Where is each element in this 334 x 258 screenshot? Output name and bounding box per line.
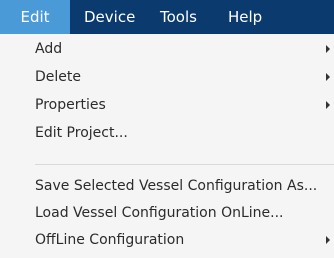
menu-item-add[interactable]: Add	[0, 36, 334, 62]
menu-item-offline-config[interactable]: OffLine Configuration	[0, 227, 334, 253]
menu-item-label: Add	[35, 41, 63, 57]
menu-tools[interactable]: Tools	[160, 0, 197, 34]
menu-item-properties[interactable]: Properties	[0, 92, 334, 118]
menu-device[interactable]: Device	[84, 0, 135, 34]
menu-item-label: Edit Project...	[35, 125, 128, 141]
menu-separator	[35, 164, 334, 165]
menu-item-save-vessel-config[interactable]: Save Selected Vessel Configuration As...	[0, 173, 334, 199]
menu-help[interactable]: Help	[228, 0, 262, 34]
chevron-right-icon	[326, 236, 330, 244]
menu-item-label: OffLine Configuration	[35, 232, 185, 248]
menu-item-edit-project[interactable]: Edit Project...	[0, 120, 334, 146]
menu-item-label: Load Vessel Configuration OnLine...	[35, 205, 284, 221]
menu-bar: Edit Device Tools Help	[0, 0, 334, 34]
menu-item-load-vessel-config[interactable]: Load Vessel Configuration OnLine...	[0, 200, 334, 226]
menu-item-label: Properties	[35, 97, 106, 113]
edit-dropdown-menu: Add Delete Properties Edit Project... Sa…	[0, 34, 334, 258]
chevron-right-icon	[326, 45, 330, 53]
menu-item-delete[interactable]: Delete	[0, 64, 334, 90]
chevron-right-icon	[326, 73, 330, 81]
menu-item-label: Delete	[35, 69, 81, 85]
menu-item-label: Save Selected Vessel Configuration As...	[35, 178, 318, 194]
chevron-right-icon	[326, 101, 330, 109]
menu-edit[interactable]: Edit	[0, 0, 70, 34]
